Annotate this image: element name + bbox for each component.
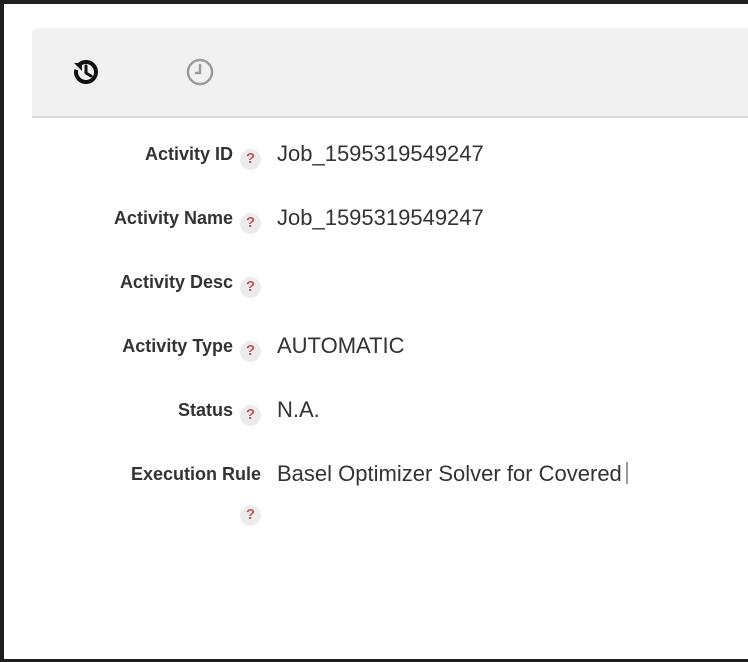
field-label: Activity ID <box>144 144 233 164</box>
field-label: Status <box>177 400 233 420</box>
help-icon-line: ? <box>8 496 261 526</box>
field-label-wrapper: Activity ID? <box>8 140 261 170</box>
field-label: Activity Type <box>122 336 233 356</box>
execution-rule-value: Basel Optimizer Solver for Covered <box>277 460 628 488</box>
history-undo-button[interactable] <box>66 52 106 92</box>
field-label-wrapper: Activity Name? <box>8 204 261 234</box>
execution-rule-text: Basel Optimizer Solver for Covered <box>277 461 622 486</box>
field-label-wrapper: Status? <box>8 396 261 426</box>
field-row-status: Status? N.A. <box>8 388 748 452</box>
field-row-activity-desc: Activity Desc? <box>8 260 748 324</box>
field-label: Activity Desc <box>119 272 233 292</box>
text-cursor <box>625 462 628 484</box>
activity-id-value: Job_1595319549247 <box>277 141 484 166</box>
field-label-wrapper: Activity Type? <box>8 332 261 362</box>
field-label: Activity Name <box>113 208 233 228</box>
activity-form: Activity ID? Job_1595319549247 Activity … <box>8 132 748 526</box>
help-icon[interactable]: ? <box>240 404 261 426</box>
field-label-wrapper: Activity Desc? <box>8 268 261 298</box>
help-icon[interactable]: ? <box>240 148 261 170</box>
field-row-activity-type: Activity Type? AUTOMATIC <box>8 324 748 388</box>
clock-icon <box>186 58 214 86</box>
panel-toolbar <box>32 28 748 118</box>
field-row-activity-id: Activity ID? Job_1595319549247 <box>8 132 748 196</box>
help-icon[interactable]: ? <box>240 276 261 298</box>
activity-type-value: AUTOMATIC <box>277 333 405 358</box>
help-icon[interactable]: ? <box>240 212 261 234</box>
field-row-execution-rule: Execution Rule ? Basel Optimizer Solver … <box>8 452 748 526</box>
clock-button[interactable] <box>180 52 220 92</box>
history-undo-icon <box>74 60 98 84</box>
field-row-activity-name: Activity Name? Job_1595319549247 <box>8 196 748 260</box>
help-icon[interactable]: ? <box>240 340 261 362</box>
field-label-wrapper: Execution Rule ? <box>8 460 261 526</box>
activity-name-value: Job_1595319549247 <box>277 205 484 230</box>
help-icon[interactable]: ? <box>240 504 261 526</box>
status-value: N.A. <box>277 397 320 422</box>
activity-details-panel: Activity ID? Job_1595319549247 Activity … <box>0 0 748 662</box>
field-label: Execution Rule <box>130 464 261 484</box>
